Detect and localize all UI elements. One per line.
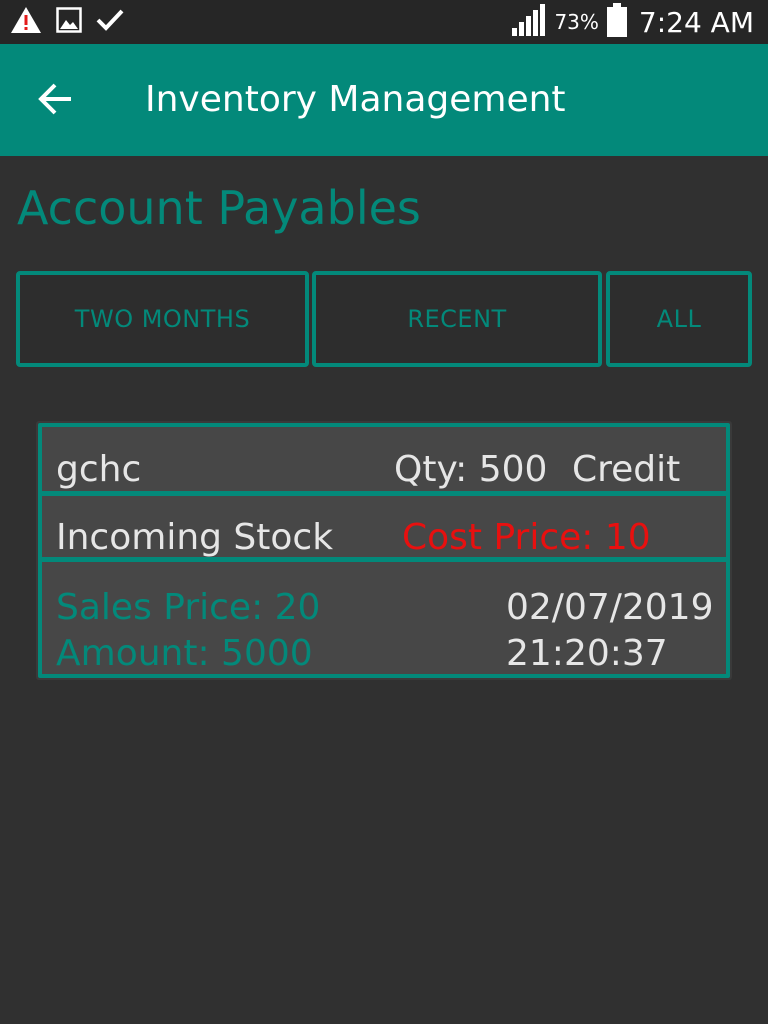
transaction-type: Incoming Stock: [56, 517, 334, 558]
payable-card[interactable]: gchc Qty: 500 Credit Incoming Stock Cost…: [36, 421, 732, 680]
filter-recent-button[interactable]: RECENT: [312, 271, 602, 367]
status-bar: 73% 7:24 AM: [0, 0, 768, 44]
cost-price: Cost Price: 10: [402, 517, 651, 558]
payment-type: Credit: [572, 449, 681, 490]
amount: Amount: 5000: [56, 633, 313, 674]
clock: 7:24 AM: [638, 5, 754, 39]
transaction-date: 02/07/2019: [506, 587, 714, 628]
battery-percent: 73%: [554, 10, 599, 34]
sales-price: Sales Price: 20: [56, 587, 321, 628]
page-title: Account Payables: [17, 181, 421, 235]
back-button[interactable]: [30, 76, 80, 126]
filter-tabs: TWO MONTHS RECENT ALL: [16, 271, 752, 367]
filter-all-button[interactable]: ALL: [606, 271, 752, 367]
app-title: Inventory Management: [145, 79, 566, 120]
signal-icon: [512, 4, 546, 40]
item-quantity: Qty: 500: [394, 449, 548, 490]
payable-card-body: gchc Qty: 500 Credit Incoming Stock Cost…: [38, 423, 730, 678]
warning-icon: [10, 6, 42, 38]
image-icon: [56, 7, 82, 37]
arrow-back-icon: [37, 82, 73, 120]
system-status: 73% 7:24 AM: [512, 0, 754, 44]
card-divider: [42, 491, 726, 496]
battery-icon: [606, 3, 627, 41]
notification-icons: [10, 7, 124, 37]
item-name: gchc: [56, 449, 142, 490]
transaction-time: 21:20:37: [506, 633, 668, 674]
check-icon: [96, 8, 124, 36]
filter-two-months-button[interactable]: TWO MONTHS: [16, 271, 309, 367]
card-divider: [42, 557, 726, 562]
app-bar: Inventory Management: [0, 44, 768, 156]
